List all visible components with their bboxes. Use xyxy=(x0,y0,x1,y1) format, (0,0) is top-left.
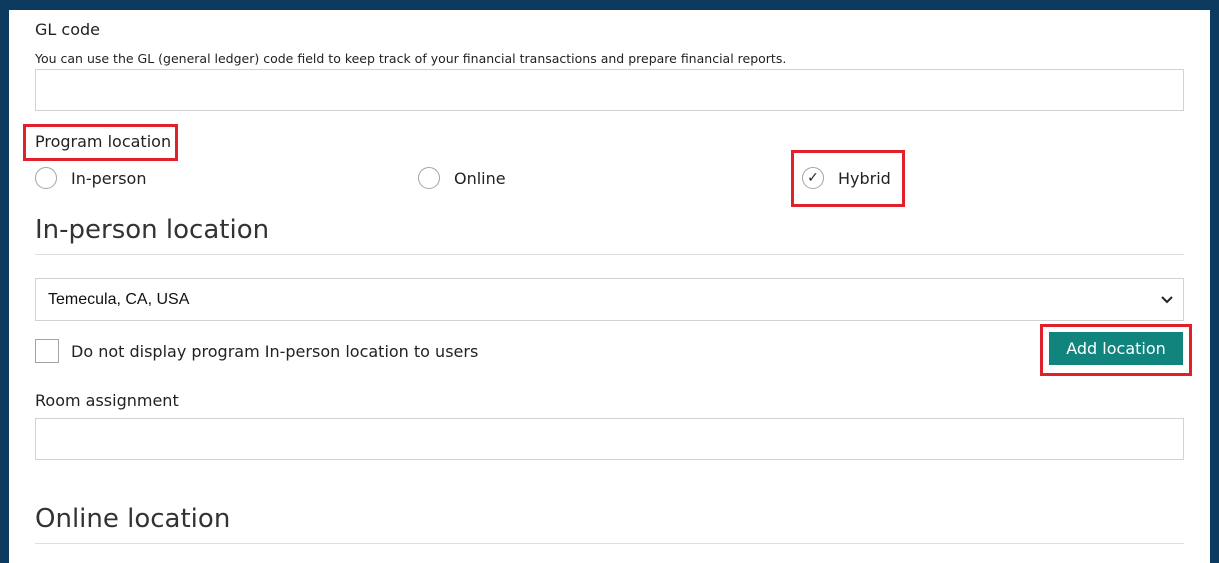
in-person-location-heading: In-person location xyxy=(35,215,270,245)
radio-in-person[interactable]: In-person xyxy=(35,166,146,190)
location-select[interactable]: Temecula, CA, USA xyxy=(35,278,1184,321)
radio-online[interactable]: Online xyxy=(418,166,506,190)
online-location-heading: Online location xyxy=(35,504,231,534)
event-form: GL code You can use the GL (general ledg… xyxy=(9,10,1210,563)
highlight-box-hybrid xyxy=(791,150,905,207)
location-select-value: Temecula, CA, USA xyxy=(48,290,190,308)
gl-code-input[interactable] xyxy=(35,69,1184,111)
gl-code-help-text: You can use the GL (general ledger) code… xyxy=(35,51,787,66)
room-assignment-label: Room assignment xyxy=(35,391,179,410)
highlight-box-add-location xyxy=(1040,324,1192,376)
divider xyxy=(35,543,1184,544)
hide-location-label: Do not display program In-person locatio… xyxy=(71,342,479,361)
hide-location-checkbox[interactable] xyxy=(35,339,59,363)
chevron-down-icon xyxy=(1161,291,1173,307)
radio-circle-in-person[interactable] xyxy=(35,167,57,189)
highlight-box-program-location xyxy=(23,124,178,161)
radio-label-online: Online xyxy=(454,168,506,188)
gl-code-label: GL code xyxy=(35,20,100,39)
divider xyxy=(35,254,1184,255)
radio-label-in-person: In-person xyxy=(71,168,147,188)
room-assignment-input[interactable] xyxy=(35,418,1184,460)
radio-circle-online[interactable] xyxy=(418,167,440,189)
